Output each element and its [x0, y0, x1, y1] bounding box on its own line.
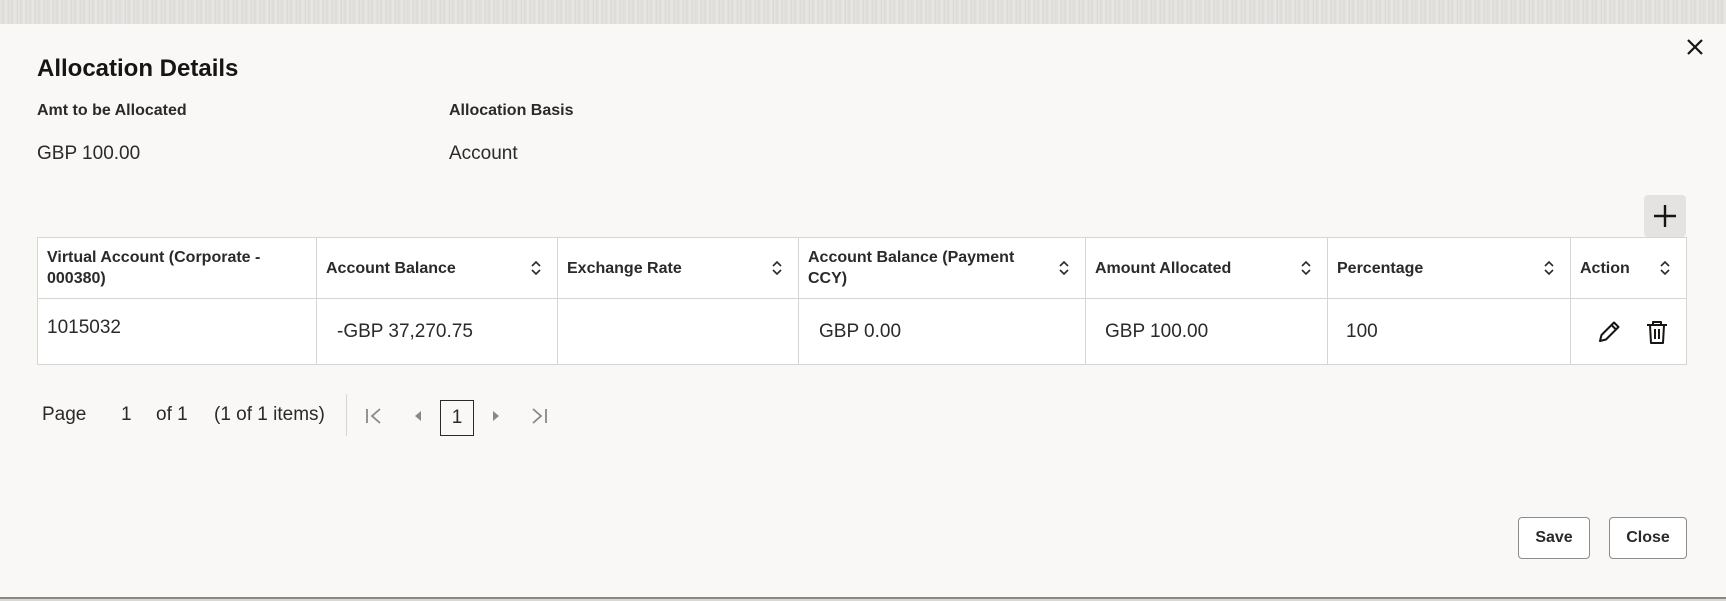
column-header-label: Exchange Rate	[567, 259, 682, 277]
sort-icon[interactable]	[529, 259, 543, 277]
account-balance-value: -GBP 37,270.75	[337, 320, 473, 342]
column-header-label: Amount Allocated	[1095, 259, 1232, 277]
pager-divider	[346, 394, 347, 436]
allocation-basis-label: Allocation Basis	[449, 102, 574, 119]
allocation-basis-value: Account	[449, 143, 518, 164]
column-header-account-balance-payment-ccy[interactable]: Account Balance (Payment CCY)	[799, 238, 1086, 298]
last-page-icon[interactable]	[528, 405, 550, 427]
column-header-label: Account Balance (Payment CCY)	[808, 249, 1015, 287]
column-header-label: Account Balance	[326, 259, 456, 277]
column-header-percentage[interactable]: Percentage	[1328, 238, 1571, 298]
amt-to-be-allocated-label: Amt to be Allocated	[37, 102, 187, 119]
cell-exchange-rate	[558, 299, 799, 364]
sort-icon[interactable]	[1057, 259, 1071, 277]
allocation-details-dialog: Allocation Details Amt to be Allocated G…	[0, 24, 1726, 599]
table-row: 1015032 -GBP 37,270.75 GBP 0.00 GBP 100.…	[38, 299, 1686, 364]
amount-allocated-value: GBP 100.00	[1105, 320, 1209, 342]
pager-page-number[interactable]: 1	[121, 404, 132, 426]
pager-page-label: Page	[42, 404, 87, 425]
sort-icon[interactable]	[1542, 259, 1556, 277]
cell-account-balance: -GBP 37,270.75	[317, 299, 558, 364]
save-button[interactable]: Save	[1518, 517, 1590, 559]
previous-page-icon[interactable]	[407, 405, 429, 427]
account-balance-payment-ccy-value: GBP 0.00	[819, 320, 902, 342]
sort-icon[interactable]	[1299, 259, 1313, 277]
cell-amount-allocated: GBP 100.00	[1086, 299, 1328, 364]
cell-percentage: 100	[1328, 299, 1571, 364]
pager-of-label: of 1	[156, 404, 188, 425]
close-button[interactable]: Close	[1609, 517, 1687, 559]
trash-icon[interactable]	[1643, 318, 1671, 346]
first-page-icon[interactable]	[363, 405, 385, 427]
background-strip	[0, 0, 1726, 24]
add-row-button[interactable]	[1644, 195, 1686, 237]
column-header-label: Virtual Account (Corporate - 000380)	[47, 249, 261, 287]
next-page-icon[interactable]	[485, 405, 507, 427]
sort-icon[interactable]	[1658, 259, 1672, 277]
cell-virtual-account: 1015032	[38, 299, 317, 364]
pager-items-label: (1 of 1 items)	[214, 404, 325, 425]
plus-icon	[1654, 205, 1676, 227]
column-header-label: Action	[1580, 259, 1630, 277]
table-header-row: Virtual Account (Corporate - 000380) Acc…	[38, 238, 1686, 299]
column-header-action[interactable]: Action	[1571, 238, 1686, 298]
column-header-virtual-account[interactable]: Virtual Account (Corporate - 000380)	[38, 238, 317, 298]
amt-to-be-allocated-value: GBP 100.00	[37, 143, 141, 164]
close-icon[interactable]	[1680, 32, 1710, 62]
percentage-value: 100	[1346, 320, 1378, 342]
pager-current-page-button[interactable]: 1	[440, 400, 474, 436]
virtual-account-value: 1015032	[47, 317, 121, 338]
column-header-exchange-rate[interactable]: Exchange Rate	[558, 238, 799, 298]
cell-account-balance-payment-ccy: GBP 0.00	[799, 299, 1086, 364]
column-header-account-balance[interactable]: Account Balance	[317, 238, 558, 298]
column-header-label: Percentage	[1337, 259, 1424, 277]
cell-action	[1571, 299, 1686, 364]
allocation-table: Virtual Account (Corporate - 000380) Acc…	[37, 237, 1687, 365]
column-header-amount-allocated[interactable]: Amount Allocated	[1086, 238, 1328, 298]
dialog-title: Allocation Details	[37, 55, 239, 82]
pencil-icon[interactable]	[1595, 318, 1623, 346]
sort-icon[interactable]	[770, 259, 784, 277]
